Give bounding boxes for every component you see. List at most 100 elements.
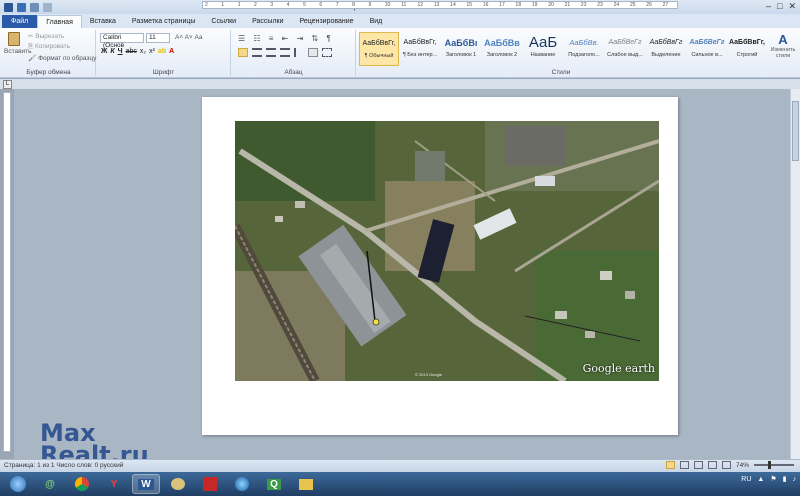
subscript-button[interactable]: x₂ <box>140 48 146 55</box>
ruler-mark: 22 <box>580 2 587 8</box>
vertical-ruler[interactable] <box>3 92 11 452</box>
list-buttons[interactable]: ☰ ☷ ≡ ⇤ ⇥ ⇅ ¶ <box>238 34 334 43</box>
paste-button[interactable]: Вставить <box>4 32 32 55</box>
ruler-mark: 25 <box>629 2 636 8</box>
style-normal[interactable]: АаБбВвГг, ¶ Обычный <box>359 32 399 66</box>
pdf-icon <box>203 477 217 491</box>
grow-font-button[interactable]: A˄ A˅ Аа <box>175 34 203 41</box>
ruler-mark: 3 <box>270 2 274 8</box>
tab-insert[interactable]: Вставка <box>82 15 124 28</box>
justify-icon[interactable] <box>280 48 290 57</box>
print-layout-view-icon[interactable] <box>665 461 675 469</box>
ribbon: Вставить ✂ Вырезать ⎘ Копировать 🖌 Форма… <box>0 28 800 78</box>
taskbar-app-qip[interactable]: Q <box>260 474 288 494</box>
word-app-icon: W <box>138 478 154 490</box>
taskbar: @ Y W Q RU ▲ ⚑ ▮ ♪ <box>0 472 800 496</box>
ruler-mark: 17 <box>499 2 505 8</box>
italic-button[interactable]: К <box>110 48 114 55</box>
tray-language[interactable]: RU <box>741 476 751 483</box>
copy-button[interactable]: ⎘ Копировать <box>28 43 70 51</box>
full-screen-view-icon[interactable] <box>679 461 689 469</box>
style-subtle-emphasis[interactable]: АаБбВеГг Слабое выд... <box>605 32 645 66</box>
close-icon[interactable]: ✕ <box>788 1 796 12</box>
network-icon[interactable]: ▮ <box>783 475 787 483</box>
tab-view[interactable]: Вид <box>362 15 391 28</box>
borders-icon[interactable] <box>322 48 332 57</box>
flag-icon[interactable]: ⚑ <box>770 475 776 483</box>
location-pin-icon <box>372 318 380 326</box>
line-spacing-icon[interactable] <box>294 48 304 57</box>
start-button[interactable] <box>4 474 32 494</box>
taskbar-app-chrome[interactable] <box>68 474 96 494</box>
ruler-mark: 16 <box>482 2 489 8</box>
align-buttons <box>238 48 332 57</box>
satellite-map-image[interactable]: © 2013 Google Google earth <box>235 121 659 381</box>
taskbar-app-email[interactable]: @ <box>36 474 64 494</box>
taskbar-app-word[interactable]: W <box>132 474 160 494</box>
ruler-mark: 1 <box>237 2 241 8</box>
minimize-icon[interactable]: – <box>766 1 771 12</box>
outline-view-icon[interactable] <box>707 461 717 469</box>
ruler-mark: 2 <box>254 2 257 8</box>
draft-view-icon[interactable] <box>721 461 731 469</box>
font-name-select[interactable]: Calibri (Основ <box>100 33 144 49</box>
maximize-icon[interactable]: □ <box>777 1 782 12</box>
tab-file[interactable]: Файл <box>2 15 38 28</box>
zoom-level[interactable]: 74% <box>736 462 749 469</box>
tab-mailings[interactable]: Рассылки <box>244 15 291 28</box>
style-heading-2[interactable]: АаБбВв Заголовок 2 <box>482 32 522 66</box>
tab-page-layout[interactable]: Разметка страницы <box>124 15 204 28</box>
web-layout-view-icon[interactable] <box>693 461 703 469</box>
zoom-slider[interactable] <box>754 461 794 469</box>
style-subtitle[interactable]: АаБбВв. Подзаголо... <box>564 32 604 66</box>
ruler-mark: 12 <box>417 2 424 8</box>
ruler-mark: 21 <box>564 2 571 8</box>
taskbar-app-google-earth[interactable] <box>228 474 256 494</box>
tab-references[interactable]: Ссылки <box>203 15 244 28</box>
style-heading-1[interactable]: АаБбВı Заголовок 1 <box>441 32 481 66</box>
ruler-marks: 2 1 1 2 3 4 5 6 7 8 9 10 11 12 13 14 15 16 17 18 19 20 21 22 23 2… <box>203 2 677 8</box>
taskbar-app-yandex[interactable]: Y <box>100 474 128 494</box>
cut-button[interactable]: ✂ Вырезать <box>28 32 64 40</box>
style-emphasis[interactable]: АаБбВвГг Выделение <box>646 32 686 66</box>
ruler-mark: 19 <box>531 2 538 8</box>
tab-home[interactable]: Главная <box>37 15 82 28</box>
ruler-mark: 15 <box>466 2 473 8</box>
ruler-mark: 14 <box>450 2 456 8</box>
style-strong[interactable]: АаБбВвГг, Строгий <box>728 32 766 66</box>
highlight-icon[interactable]: ab <box>158 48 166 55</box>
change-styles-button[interactable]: A Изменить стили <box>767 32 799 59</box>
align-right-icon[interactable] <box>266 48 276 57</box>
tab-selector[interactable]: L <box>3 80 12 89</box>
folder-icon <box>299 478 313 490</box>
align-center-icon[interactable] <box>252 48 262 57</box>
zoom-slider-thumb[interactable] <box>768 461 771 469</box>
font-size-select[interactable]: 11 <box>146 33 170 43</box>
at-sign-icon: @ <box>45 478 55 490</box>
font-color-icon[interactable]: A <box>169 48 174 55</box>
q-icon: Q <box>267 478 281 490</box>
ruler-mark: 4 <box>286 2 290 8</box>
taskbar-app-explorer[interactable] <box>292 474 320 494</box>
bold-button[interactable]: Ж <box>101 48 107 55</box>
tray-arrow-icon[interactable]: ▲ <box>757 476 764 483</box>
style-intense-emphasis[interactable]: АаБбВеГг Сильное в... <box>687 32 727 66</box>
scroll-thumb[interactable] <box>792 101 799 161</box>
horizontal-ruler[interactable]: 2 1 1 2 3 4 5 6 7 8 9 10 11 12 13 14 15 16 17 18 19 20 21 22 23 2… <box>202 1 678 9</box>
align-left-icon[interactable] <box>238 48 248 57</box>
style-title[interactable]: АаБ Название <box>523 32 563 66</box>
system-tray: RU ▲ ⚑ ▮ ♪ <box>741 475 797 484</box>
volume-icon[interactable]: ♪ <box>793 476 797 483</box>
style-no-spacing[interactable]: АаБбВвГг, ¶ Без интер... <box>400 32 440 66</box>
underline-button[interactable]: Ч <box>118 48 123 55</box>
strikethrough-button[interactable]: abc <box>126 48 137 55</box>
vertical-scrollbar[interactable] <box>790 89 800 459</box>
superscript-button[interactable]: x² <box>149 48 155 55</box>
format-painter-button[interactable]: 🖌 Формат по образцу <box>28 54 96 62</box>
tab-review[interactable]: Рецензирование <box>292 15 362 28</box>
taskbar-app-acrobat[interactable] <box>196 474 224 494</box>
taskbar-app-paint[interactable] <box>164 474 192 494</box>
ruler-mark: 23 <box>597 2 603 8</box>
shading-icon[interactable] <box>308 48 318 57</box>
windows-icon <box>10 476 26 492</box>
